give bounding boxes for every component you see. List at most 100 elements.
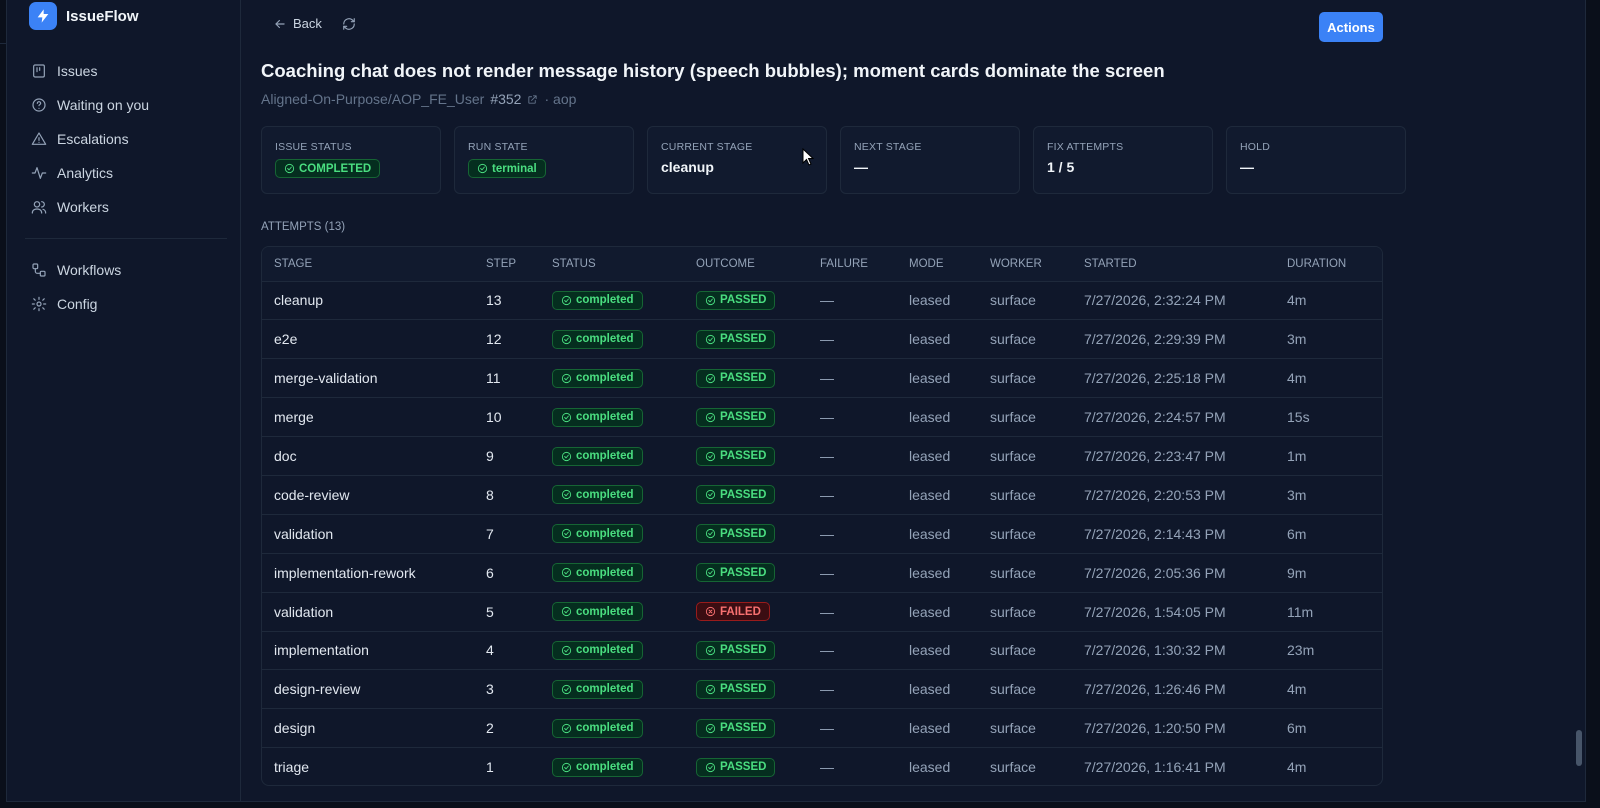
cell-duration: 6m bbox=[1275, 514, 1382, 554]
card-label: Fix Attempts bbox=[1047, 141, 1124, 153]
cell-step: 13 bbox=[474, 281, 540, 321]
cell-stage: cleanup bbox=[262, 281, 474, 321]
cell-failure: — bbox=[808, 281, 897, 321]
brand[interactable]: IssueFlow bbox=[29, 2, 139, 30]
back-button[interactable]: Back bbox=[273, 16, 322, 31]
refresh-icon bbox=[343, 17, 355, 30]
cell-started: 7/27/2026, 1:20:50 PM bbox=[1072, 708, 1275, 749]
check-circle-icon bbox=[705, 723, 716, 733]
check-circle-icon bbox=[561, 451, 572, 461]
badge-label: PASSED bbox=[720, 411, 767, 424]
cell-failure: — bbox=[808, 397, 897, 438]
check-circle-icon bbox=[561, 373, 572, 383]
check-circle-icon bbox=[705, 645, 716, 656]
cell-failure: — bbox=[808, 436, 897, 476]
help-circle-icon bbox=[32, 98, 46, 112]
badge-label: completed bbox=[576, 411, 634, 424]
cell-status: completed bbox=[540, 708, 684, 749]
cell-failure: — bbox=[808, 708, 897, 749]
card-value: 1 / 5 bbox=[1047, 159, 1075, 175]
check-circle-icon bbox=[477, 163, 488, 174]
badge-label: completed bbox=[576, 761, 634, 774]
check-circle-icon bbox=[561, 295, 572, 306]
cell-status: completed bbox=[540, 358, 684, 399]
outcome-badge: PASSED bbox=[696, 757, 776, 777]
cell-status: completed bbox=[540, 514, 684, 554]
status-cards: Issue Status COMPLETED Run State termina… bbox=[261, 126, 1406, 194]
sidebar-item-label: Config bbox=[57, 296, 98, 312]
table-row[interactable]: validation 7 completed PASSED — leased surface… bbox=[262, 514, 1382, 554]
cell-duration: 3m bbox=[1275, 475, 1382, 515]
sidebar-item-config[interactable]: Config bbox=[21, 287, 231, 321]
table-row[interactable]: design 2 completed PASSED — leased surface 7/27… bbox=[262, 708, 1382, 749]
table-row[interactable]: merge 10 completed PASSED — leased surface 7/27… bbox=[262, 397, 1382, 438]
page-scrollbar[interactable] bbox=[1575, 730, 1583, 790]
table-row[interactable]: validation 5 completed FAILED — leased surface… bbox=[262, 592, 1382, 632]
cell-stage: e2e bbox=[262, 319, 474, 360]
cell-worker: surface bbox=[978, 514, 1072, 554]
cell-duration: 4m bbox=[1287, 759, 1307, 776]
cell-outcome: PASSED bbox=[684, 475, 808, 515]
check-circle-icon bbox=[561, 412, 572, 422]
cell-stage: doc bbox=[262, 436, 474, 476]
cell-mode: leased bbox=[897, 631, 978, 671]
cell-outcome: PASSED bbox=[684, 669, 808, 710]
status-badge: completed bbox=[552, 679, 643, 699]
table-row[interactable]: implementation 4 completed PASSED — leased sur… bbox=[262, 631, 1382, 671]
actions-button[interactable]: Actions bbox=[1319, 12, 1383, 42]
badge-label: FAILED bbox=[720, 605, 761, 618]
table-row[interactable]: merge-validation 11 completed PASSED — leased… bbox=[262, 358, 1382, 399]
sidebar-item-waiting-on-you[interactable]: Waiting on you bbox=[21, 88, 231, 122]
sidebar-item-analytics[interactable]: Analytics bbox=[21, 156, 231, 190]
check-circle-icon bbox=[705, 684, 716, 694]
badge-label: completed bbox=[576, 333, 634, 346]
table-row[interactable]: e2e 12 completed PASSED — leased surface 7/27/2… bbox=[262, 319, 1382, 360]
sidebar-item-escalations[interactable]: Escalations bbox=[21, 122, 231, 156]
cell-mode: leased bbox=[897, 514, 978, 554]
scrollbar-thumb[interactable] bbox=[1576, 730, 1582, 766]
badge-label: COMPLETED bbox=[299, 162, 372, 175]
cell-worker: surface bbox=[978, 592, 1072, 632]
cell-failure: — bbox=[808, 475, 897, 515]
table-row[interactable]: doc 9 completed PASSED — leased surface 7/27/20… bbox=[262, 436, 1382, 476]
badge-label: completed bbox=[576, 566, 634, 579]
cell-worker: surface bbox=[978, 436, 1072, 476]
external-link-icon[interactable] bbox=[527, 94, 538, 105]
cell-outcome: PASSED bbox=[684, 631, 808, 671]
attempts-heading: ATTEMPTS (13) bbox=[261, 221, 346, 233]
cell-stage: validation bbox=[262, 592, 474, 632]
table-row[interactable]: implementation-rework 6 completed PASSED — le… bbox=[262, 553, 1382, 593]
sidebar-item-issues[interactable]: Issues bbox=[21, 54, 231, 88]
table-row[interactable]: code-review 8 completed PASSED — leased surfac… bbox=[262, 475, 1382, 515]
status-badge: completed bbox=[552, 368, 643, 388]
refresh-button[interactable] bbox=[342, 17, 356, 31]
table-row[interactable]: triage 1 completed PASSED — leased surface 7/27… bbox=[262, 748, 1382, 785]
cell-duration: 1m bbox=[1275, 436, 1382, 476]
check-circle-icon bbox=[561, 529, 572, 539]
issue-number-link[interactable]: #352 bbox=[490, 91, 521, 107]
cell-failure: — bbox=[808, 631, 897, 671]
badge-label: PASSED bbox=[720, 644, 767, 657]
cell-started: 7/27/2026, 1:26:46 PM bbox=[1072, 669, 1275, 710]
cell-stage: design-review bbox=[262, 669, 474, 710]
status-badge: completed bbox=[552, 640, 643, 660]
cell-stage: implementation bbox=[262, 631, 474, 671]
back-label: Back bbox=[293, 16, 322, 31]
card-value: — bbox=[1240, 159, 1254, 175]
cell-worker: surface bbox=[978, 319, 1072, 360]
table-row[interactable]: design-review 3 completed PASSED — leased surf… bbox=[262, 669, 1382, 710]
table-row[interactable]: cleanup 13 completed PASSED — leased surface 7/… bbox=[262, 281, 1382, 321]
cell-started: 7/27/2026, 2:29:39 PM bbox=[1072, 319, 1275, 360]
sidebar-item-label: Analytics bbox=[57, 165, 114, 181]
badge-label: completed bbox=[576, 372, 634, 385]
cell-started: 7/27/2026, 1:54:05 PM bbox=[1072, 592, 1275, 632]
app-window: IssueFlow Issues Waiting on you Escalati… bbox=[6, 0, 1586, 802]
cell-step: 9 bbox=[474, 436, 540, 476]
cell-started: 7/27/2026, 1:30:32 PM bbox=[1072, 631, 1275, 671]
sidebar-item-workflows[interactable]: Workflows bbox=[21, 253, 231, 287]
outcome-badge: FAILED bbox=[696, 602, 770, 622]
cell-status: completed bbox=[540, 669, 684, 710]
outcome-badge: PASSED bbox=[696, 563, 776, 583]
cell-stage: validation bbox=[262, 514, 474, 554]
sidebar-item-workers[interactable]: Workers bbox=[21, 190, 231, 224]
